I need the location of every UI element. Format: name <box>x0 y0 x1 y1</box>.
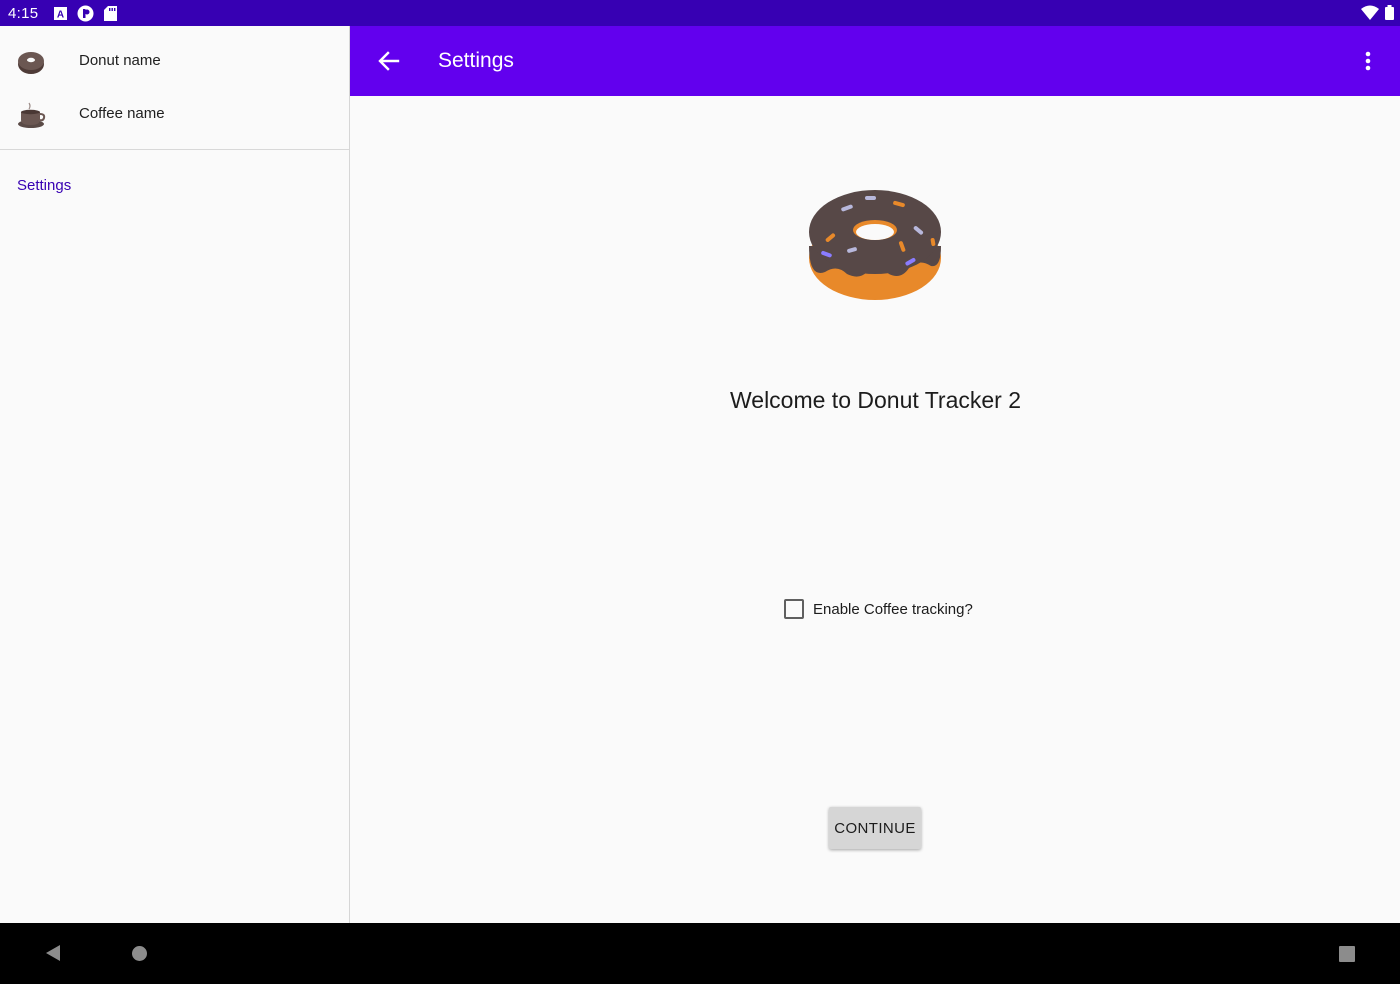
system-nav-bar <box>0 923 1400 984</box>
drawer-item-donut[interactable]: Donut name <box>0 35 349 87</box>
drawer-divider <box>0 149 349 150</box>
arrow-back-icon[interactable] <box>374 47 404 75</box>
drawer-item-coffee[interactable]: Coffee name <box>0 88 349 140</box>
nav-back-icon[interactable] <box>42 942 64 964</box>
accessibility-a-icon: A <box>54 7 67 20</box>
battery-icon <box>1385 5 1394 20</box>
coffee-icon <box>18 102 46 128</box>
svg-text:A: A <box>57 10 64 21</box>
donut-illustration <box>809 190 941 300</box>
sd-card-icon <box>104 6 117 21</box>
drawer-item-settings[interactable]: Settings <box>17 177 71 194</box>
donut-icon <box>18 52 44 74</box>
checkbox-label: Enable Coffee tracking? <box>813 600 973 618</box>
drawer-item-label: Coffee name <box>79 105 165 122</box>
welcome-text: Welcome to Donut Tracker 2 <box>729 387 1022 413</box>
continue-button[interactable]: CONTINUE <box>829 807 921 849</box>
status-bar: 4:15 A <box>0 0 1400 26</box>
nav-home-icon[interactable] <box>131 945 148 962</box>
coffee-tracking-checkbox-row[interactable]: Enable Coffee tracking? <box>784 599 973 619</box>
status-icons-left: A <box>54 5 117 22</box>
drawer-item-label: Donut name <box>79 52 161 69</box>
more-vert-icon[interactable] <box>1354 48 1382 76</box>
status-time: 4:15 <box>8 5 39 22</box>
circle-app-icon <box>77 5 94 22</box>
nav-recents-icon[interactable] <box>1338 945 1356 963</box>
page-title: Settings <box>438 49 514 72</box>
coffee-tracking-checkbox[interactable] <box>784 599 804 619</box>
status-icons-right <box>1361 5 1394 20</box>
app-bar: Settings <box>350 26 1400 96</box>
main-content: Welcome to Donut Tracker 2 Enable Coffee… <box>351 96 1400 923</box>
navigation-drawer: Donut name Coffee name Settings <box>0 26 350 923</box>
wifi-icon <box>1361 5 1379 20</box>
